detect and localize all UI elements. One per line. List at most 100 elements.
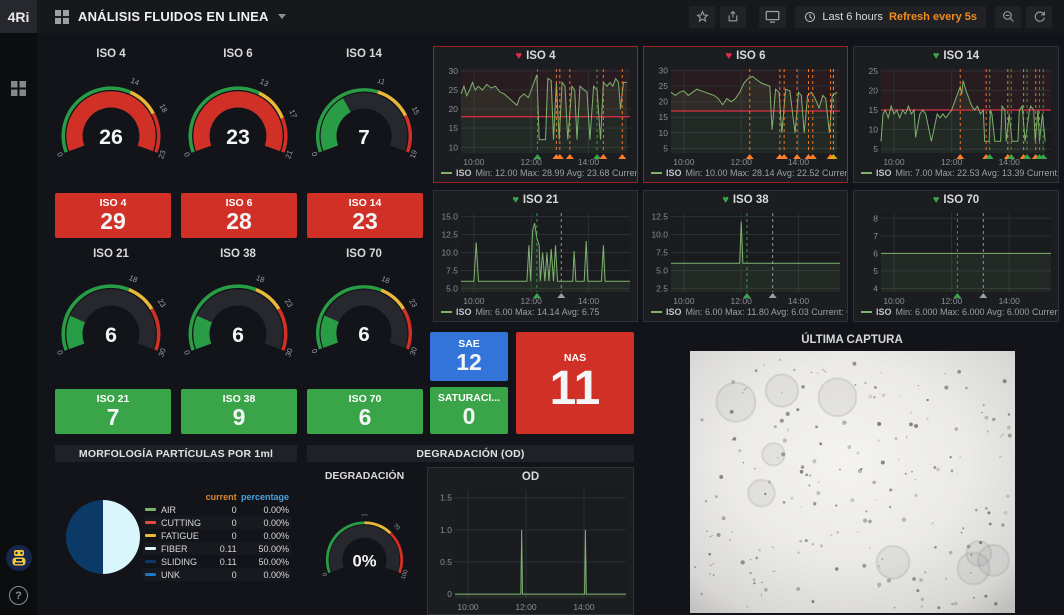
legend-row[interactable]: FATIGUE 00.00% <box>143 529 291 542</box>
panel-title[interactable]: ISO 38 <box>172 245 304 263</box>
svg-text:21: 21 <box>283 149 294 160</box>
svg-text:18: 18 <box>128 275 139 285</box>
legend-row[interactable]: CUTTING 00.00% <box>143 516 291 529</box>
svg-text:18: 18 <box>380 276 391 285</box>
svg-text:12:00: 12:00 <box>515 602 537 612</box>
svg-text:18: 18 <box>255 275 266 285</box>
panel-title[interactable]: ÚLTIMA CAPTURA <box>640 331 1064 349</box>
svg-text:30: 30 <box>659 66 669 76</box>
stat-iso4[interactable]: ISO 4 29 <box>55 193 171 238</box>
user-avatar[interactable] <box>6 545 32 576</box>
svg-text:6: 6 <box>873 248 878 258</box>
org-logo[interactable]: 4Ri <box>0 0 37 33</box>
microscope-capture-image <box>690 351 1015 613</box>
legend-row[interactable]: AIR 00.00% <box>143 503 291 516</box>
help-icon[interactable]: ? <box>9 586 28 605</box>
panel-chart-iso21: ♥ISO 21 5.07.510.012.515.010:0012:0014:0… <box>433 190 638 322</box>
legend-row[interactable]: SLIDING 0.1150.00% <box>143 555 291 568</box>
panel-degradacion-gauge: DEGRADACIÓN 050701000% <box>307 467 422 615</box>
panel-title[interactable]: ♥ISO 14 <box>854 47 1058 65</box>
zoom-out-icon <box>1002 10 1015 23</box>
tv-mode-button[interactable] <box>759 6 786 28</box>
svg-text:26: 26 <box>99 125 123 149</box>
svg-text:19: 19 <box>408 148 419 159</box>
dashboard-title-dropdown[interactable]: ANÁLISIS FLUIDOS EN LINEA <box>55 9 286 24</box>
svg-text:10:00: 10:00 <box>457 602 479 612</box>
chart-legend[interactable]: ISOMin: 10.00 Max: 28.14 Avg: 22.52 Curr… <box>644 168 847 181</box>
svg-text:7.5: 7.5 <box>656 248 668 258</box>
row-header-morfologia[interactable]: MORFOLOGÍA PARTÍCULAS POR 1ml <box>55 445 297 462</box>
series-swatch <box>145 508 156 511</box>
legend-row[interactable]: FIBER 0.1150.00% <box>143 542 291 555</box>
panel-title[interactable]: ISO 14 <box>300 45 428 63</box>
iso6-timeseries-plot[interactable]: 5101520253010:0012:0014:00 <box>644 65 847 167</box>
panel-chart-iso38: ♥ISO 38 2.55.07.510.012.510:0012:0014:00… <box>643 190 848 322</box>
ok-heart-icon: ♥ <box>933 194 940 206</box>
svg-text:23: 23 <box>156 297 168 309</box>
chart-legend[interactable]: ISOMin: 6.00 Max: 14.14 Avg: 6.75 <box>434 307 637 320</box>
svg-text:50: 50 <box>361 514 368 518</box>
panel-title[interactable]: ♥ISO 4 <box>434 47 637 65</box>
chart-legend[interactable]: ISOMin: 6.00 Max: 11.80 Avg: 6.03 Curren… <box>644 307 847 320</box>
panel-title[interactable]: ♥ISO 38 <box>644 191 847 209</box>
svg-text:14:00: 14:00 <box>578 296 600 306</box>
svg-text:0: 0 <box>182 151 192 158</box>
panel-title[interactable]: ♥ISO 70 <box>854 191 1058 209</box>
col-current[interactable]: current <box>203 491 238 503</box>
iso70-timeseries-plot[interactable]: 4567810:0012:0014:00 <box>854 209 1058 306</box>
stat-iso14[interactable]: ISO 14 23 <box>307 193 423 238</box>
panel-gauge-iso6: ISO 6 013172123 <box>172 45 304 185</box>
svg-text:25: 25 <box>659 81 669 91</box>
legend-row[interactable]: UNK 00.00% <box>143 568 291 581</box>
svg-text:30: 30 <box>156 347 167 358</box>
chart-legend[interactable]: ISOMin: 6.000 Max: 6.000 Avg: 6.000 Curr… <box>854 307 1058 320</box>
svg-text:0: 0 <box>310 348 320 355</box>
chevron-down-icon <box>278 14 286 19</box>
panel-title[interactable]: DEGRADACIÓN <box>307 467 422 485</box>
iso4-timeseries-plot[interactable]: 101520253010:0012:0014:00 <box>434 65 637 167</box>
star-button[interactable] <box>689 6 715 28</box>
stat-saturacion[interactable]: SATURACI... 0 <box>430 387 508 434</box>
svg-text:12.5: 12.5 <box>441 230 458 240</box>
iso14-timeseries-plot[interactable]: 51015202510:0012:0014:00 <box>854 65 1058 167</box>
refresh-button[interactable] <box>1026 6 1052 28</box>
od-timeseries-plot[interactable]: 00.51.01.510:0012:0014:00 <box>428 486 633 612</box>
panel-title[interactable]: ISO 6 <box>172 45 304 63</box>
stat-nas[interactable]: NAS 11 <box>516 332 634 434</box>
panel-title[interactable]: ♥ISO 6 <box>644 47 847 65</box>
stat-iso38[interactable]: ISO 38 9 <box>181 389 297 434</box>
panel-title[interactable]: ISO 21 <box>45 245 177 263</box>
refresh-icon <box>1033 10 1046 23</box>
panel-title[interactable]: ♥ISO 21 <box>434 191 637 209</box>
svg-text:23: 23 <box>156 149 167 160</box>
svg-text:25: 25 <box>869 66 879 76</box>
share-button[interactable] <box>720 6 746 28</box>
zoom-out-button[interactable] <box>995 6 1021 28</box>
iso38-timeseries-plot[interactable]: 2.55.07.510.012.510:0012:0014:00 <box>644 209 847 306</box>
stat-iso6[interactable]: ISO 6 28 <box>181 193 297 238</box>
iso21-timeseries-plot[interactable]: 5.07.510.012.515.010:0012:0014:00 <box>434 209 637 306</box>
morphology-pie-chart[interactable] <box>63 497 143 582</box>
svg-text:7: 7 <box>873 231 878 241</box>
series-swatch <box>145 560 156 563</box>
share-icon <box>727 10 740 23</box>
stat-iso70[interactable]: ISO 70 6 <box>307 389 423 434</box>
chart-legend[interactable]: ISOMin: 12.00 Max: 28.99 Avg: 23.68 Curr… <box>434 168 637 181</box>
panel-title[interactable]: OD <box>428 468 633 486</box>
svg-text:0%: 0% <box>352 551 376 570</box>
stat-sae[interactable]: SAE 12 <box>430 332 508 381</box>
svg-text:23: 23 <box>283 297 295 309</box>
svg-text:20: 20 <box>869 85 879 95</box>
svg-text:14:00: 14:00 <box>999 296 1021 306</box>
panel-title[interactable]: ISO 4 <box>45 45 177 63</box>
stat-iso21[interactable]: ISO 21 7 <box>55 389 171 434</box>
col-percentage[interactable]: percentage <box>239 491 291 503</box>
svg-text:6: 6 <box>105 323 117 347</box>
time-range-picker[interactable]: Last 6 hours Refresh every 5s <box>795 6 986 28</box>
panel-ultima-captura: ÚLTIMA CAPTURA <box>640 331 1064 615</box>
dashboards-icon[interactable] <box>0 73 37 103</box>
svg-text:15.0: 15.0 <box>441 212 458 222</box>
chart-legend[interactable]: ISOMin: 7.00 Max: 22.53 Avg: 13.39 Curre… <box>854 168 1058 181</box>
row-header-degradacion[interactable]: DEGRADACIÓN (OD) <box>307 445 634 462</box>
panel-title[interactable]: ISO 70 <box>300 245 428 263</box>
